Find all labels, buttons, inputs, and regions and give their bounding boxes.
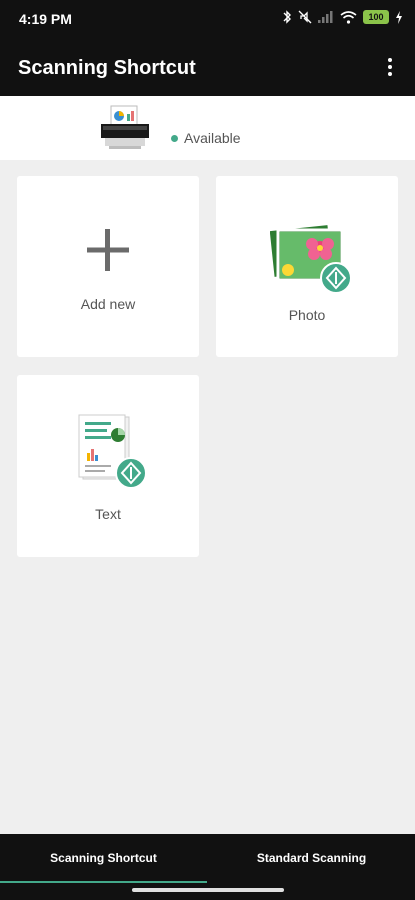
signal-icon — [318, 11, 334, 23]
tab-standard-scanning[interactable]: Standard Scanning — [208, 834, 415, 882]
device-status: Available — [171, 130, 241, 146]
selected-tab-indicator — [0, 881, 207, 883]
text-label: Text — [95, 506, 121, 522]
home-indicator[interactable] — [132, 888, 284, 892]
bluetooth-icon — [282, 10, 292, 24]
page-title: Scanning Shortcut — [18, 57, 196, 79]
photo-label: Photo — [288, 307, 326, 323]
battery-icon: 100 — [363, 10, 389, 24]
plus-icon — [87, 229, 129, 276]
wifi-icon — [340, 10, 357, 24]
mute-icon — [298, 10, 312, 24]
tab-scanning-shortcut[interactable]: Scanning Shortcut — [0, 834, 207, 882]
status-dot-icon — [171, 134, 178, 142]
status-time: 4:19 PM — [19, 11, 72, 27]
status-icons: 100 — [282, 10, 403, 24]
device-info[interactable]: Available — [0, 96, 415, 160]
photo-tile[interactable]: Photo — [216, 176, 398, 357]
add-new-tile[interactable]: Add new — [17, 176, 199, 357]
app-bar: Scanning Shortcut — [0, 38, 415, 96]
device-status-label: Available — [184, 130, 241, 146]
status-bar: 4:19 PM 100 — [0, 0, 415, 38]
more-options-icon[interactable] — [375, 52, 405, 82]
scanner-icon — [99, 104, 151, 155]
text-tile[interactable]: Text — [17, 375, 199, 557]
photo-icon — [269, 220, 352, 299]
document-icon — [77, 413, 157, 498]
charging-icon — [395, 10, 403, 24]
add-new-label: Add new — [80, 296, 136, 312]
